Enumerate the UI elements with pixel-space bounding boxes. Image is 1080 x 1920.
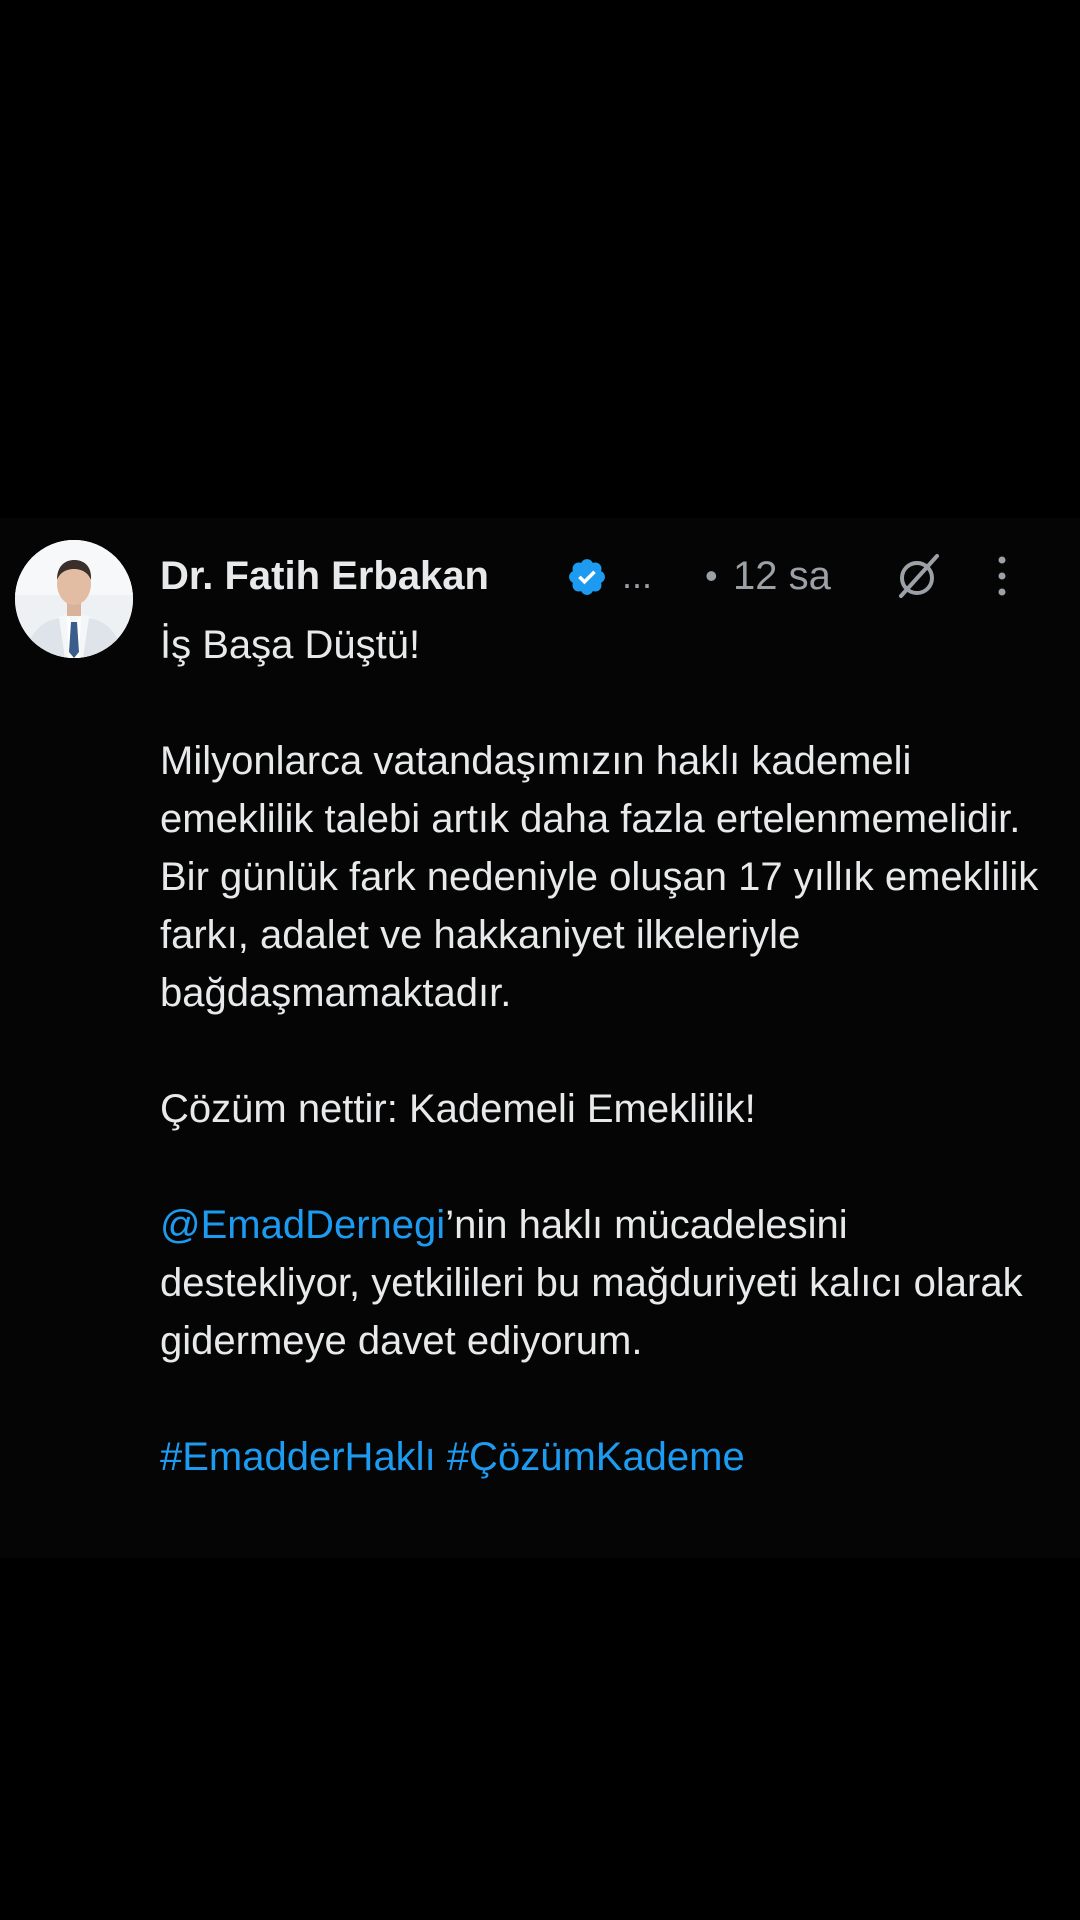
screen: Dr. Fatih Erbakan ... • 12 sa İş Başa Dü… (0, 0, 1080, 1920)
tweet-header: Dr. Fatih Erbakan ... • 12 sa (160, 548, 1040, 604)
profile-photo-icon (15, 540, 133, 658)
author-handle[interactable]: ... (622, 548, 652, 604)
author-display-name[interactable]: Dr. Fatih Erbakan (160, 548, 489, 604)
tweet-paragraph: Çözüm nettir: Kademeli Emeklilik! (160, 1087, 756, 1131)
verified-badge-icon (569, 559, 605, 595)
tweet-card[interactable]: Dr. Fatih Erbakan ... • 12 sa İş Başa Dü… (0, 518, 1080, 1558)
tweet-paragraph: @EmadDernegi’nin haklı mücadelesini dest… (160, 1196, 1040, 1370)
grok-icon[interactable] (895, 552, 943, 600)
hashtag-link[interactable]: #EmadderHaklı (160, 1435, 436, 1479)
mention-link[interactable]: @EmadDernegi (160, 1203, 445, 1247)
tweet-paragraph: Milyonlarca vatandaşımızın haklı kademel… (160, 739, 1039, 1015)
more-vertical-icon[interactable] (992, 554, 1012, 598)
hashtags: #EmadderHaklı #ÇözümKademe (160, 1428, 1040, 1486)
avatar[interactable] (15, 540, 133, 658)
time-separator: • (705, 555, 718, 596)
tweet-timestamp[interactable]: 12 sa (733, 548, 831, 604)
hashtag-link[interactable]: #ÇözümKademe (447, 1435, 745, 1479)
tweet-title: İş Başa Düştü! (160, 623, 421, 667)
tweet-text: İş Başa Düştü! Milyonlarca vatandaşımızı… (160, 616, 1040, 1486)
